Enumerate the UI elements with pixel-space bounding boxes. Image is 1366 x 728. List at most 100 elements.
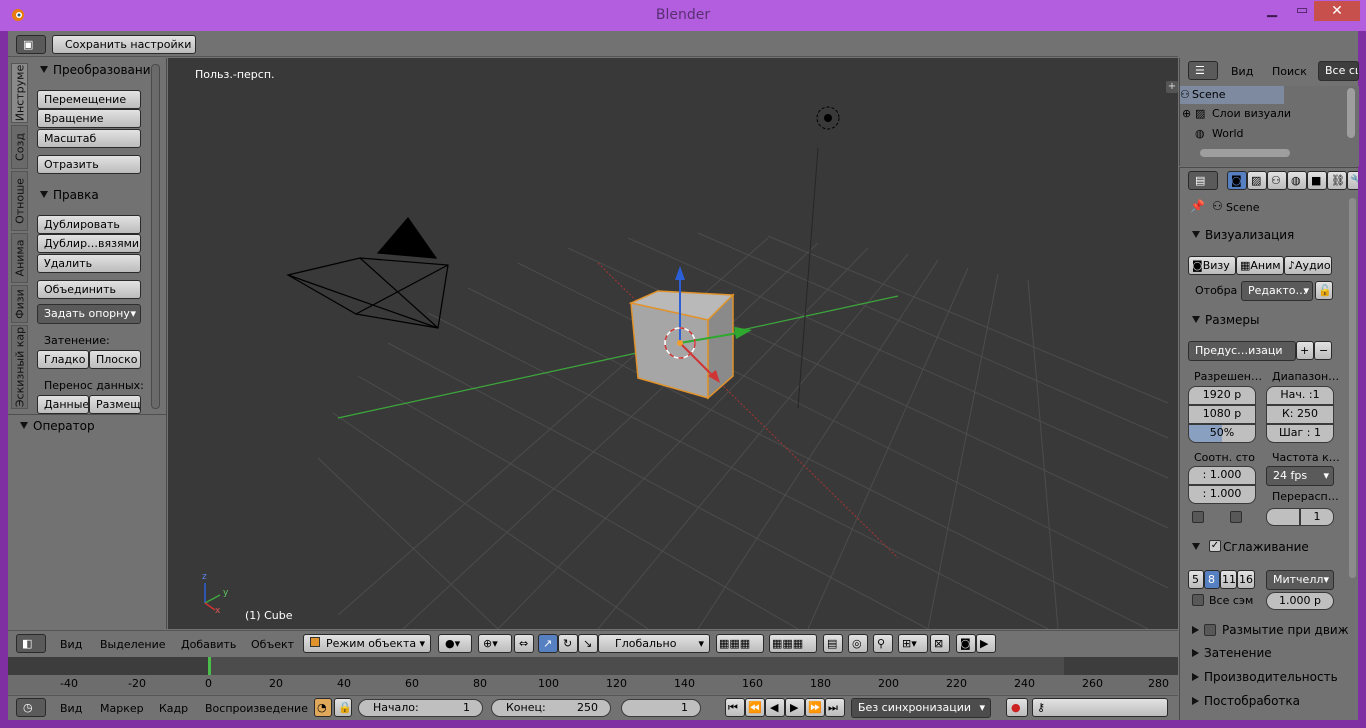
editor-type-properties-icon[interactable]: ▤ (1188, 171, 1218, 190)
outliner-row-world[interactable]: ◍ World (1180, 125, 1284, 143)
next-keyframe-icon[interactable]: ⏩ (805, 698, 825, 717)
edit-panel-header[interactable]: Правка (40, 188, 99, 202)
jump-start-icon[interactable]: ⏮ (725, 698, 745, 717)
viewport-shading-dropdown[interactable]: ●▾ (438, 634, 472, 653)
render-image-icon[interactable]: ◙ (956, 634, 976, 653)
outliner-h-scrollbar[interactable] (1200, 149, 1290, 157)
resolution-percent-slider[interactable]: 50% (1188, 424, 1256, 443)
transform-panel-header[interactable]: Преобразовани (40, 63, 151, 77)
pin-icon[interactable]: 📌 (1190, 199, 1205, 213)
preview-range-icon[interactable]: ◔ (314, 698, 332, 717)
join-button[interactable]: Объединить (37, 280, 141, 299)
outliner-row-scene[interactable]: ⚇ Scene (1180, 86, 1284, 104)
lock-interface-icon[interactable]: 🔓 (1315, 281, 1333, 300)
data-button[interactable]: Данные (37, 395, 89, 414)
object-context-icon[interactable]: ■ (1307, 171, 1327, 190)
proportional-edit-icon[interactable]: ◎ (848, 634, 868, 653)
world-context-icon[interactable]: ◍ (1287, 171, 1307, 190)
render-panel-header[interactable]: Визуализация (1192, 228, 1294, 242)
play-reverse-icon[interactable]: ◀ (765, 698, 785, 717)
shading-panel-header[interactable]: Затенение (1192, 646, 1272, 660)
outliner-filter-dropdown[interactable]: Все сц (1318, 61, 1359, 81)
save-settings-button[interactable]: Сохранить настройки (52, 35, 196, 54)
scale-manipulator-icon[interactable]: ↘ (578, 634, 598, 653)
menu-marker[interactable]: Маркер (100, 702, 144, 715)
plus-icon[interactable]: + (1166, 81, 1178, 93)
minimize-icon[interactable]: ▁ (1264, 3, 1280, 23)
properties-scrollbar[interactable] (1349, 198, 1356, 578)
camera-object[interactable] (286, 217, 449, 329)
editor-type-timeline-icon[interactable]: ◷ (16, 698, 46, 717)
render-animation-icon[interactable]: ▶ (976, 634, 996, 653)
remove-preset-icon[interactable]: − (1314, 341, 1332, 360)
current-frame-field[interactable]: 1 (621, 699, 701, 717)
menu-search[interactable]: Поиск (1272, 65, 1307, 78)
layer-lock-icon[interactable]: ▤ (823, 634, 843, 653)
aa-samples-11[interactable]: 11 (1220, 570, 1237, 589)
aa-samples-8[interactable]: 8 (1204, 570, 1220, 589)
full-sample-checkbox[interactable] (1192, 594, 1204, 606)
toolshelf-scrollbar[interactable] (151, 64, 160, 409)
current-frame-indicator[interactable] (208, 657, 211, 675)
mode-dropdown[interactable]: Режим объекта ▾ (303, 634, 431, 653)
crop-checkbox[interactable] (1230, 511, 1242, 523)
dimensions-panel-header[interactable]: Размеры (1192, 313, 1260, 327)
snap-target-icon[interactable]: ⊠ (930, 634, 950, 653)
aspect-y-field[interactable]: : 1.000 (1188, 485, 1256, 504)
layers-grid-2[interactable]: ▦▦▦ (769, 634, 817, 653)
rotate-button[interactable]: Вращение (37, 109, 141, 128)
menu-add[interactable]: Добавить (181, 638, 236, 651)
menu-view[interactable]: Вид (60, 638, 82, 651)
editor-type-icon[interactable]: ▣ (16, 35, 46, 54)
scale-button[interactable]: Масштаб (37, 129, 141, 148)
fps-dropdown[interactable]: 24 fps ▾ (1266, 466, 1334, 486)
filter-size-field[interactable]: 1.000 р (1266, 592, 1334, 610)
menu-playback[interactable]: Воспроизведение (205, 702, 308, 715)
menu-object[interactable]: Объект (251, 638, 294, 651)
add-preset-icon[interactable]: + (1296, 341, 1314, 360)
mirror-button[interactable]: Отразить (37, 155, 141, 174)
postprocessing-panel-header[interactable]: Постобработка (1192, 694, 1300, 708)
keying-set-field[interactable]: ⚷ (1032, 698, 1168, 717)
operator-panel-header[interactable]: Оператор (20, 419, 95, 433)
aa-samples-16[interactable]: 16 (1237, 570, 1255, 589)
tab-tools[interactable]: Инструме (11, 63, 28, 123)
translate-manipulator-icon[interactable]: ↗ (538, 634, 558, 653)
tab-relations[interactable]: Отноше (11, 171, 28, 231)
border-checkbox[interactable] (1192, 511, 1204, 523)
lamp-object[interactable] (816, 106, 840, 130)
prev-keyframe-icon[interactable]: ⏪ (745, 698, 765, 717)
viewport-3d[interactable]: Польз.-персп. (1) Cube z y x (168, 58, 1178, 629)
audio-button[interactable]: ♪Аудио (1284, 256, 1332, 275)
modifiers-context-icon[interactable]: 🔧 (1347, 171, 1358, 190)
menu-view[interactable]: Вид (60, 702, 82, 715)
constraints-context-icon[interactable]: ⛓ (1327, 171, 1347, 190)
timeline-area[interactable]: -40 -20 0 20 40 60 80 100 120 140 160 18… (8, 657, 1178, 694)
frame-step-field[interactable]: Шаг : 1 (1266, 424, 1334, 443)
antialiasing-checkbox[interactable]: ✓ (1209, 540, 1221, 552)
manipulator-toggle-icon[interactable]: ⇔ (514, 634, 534, 653)
frame-start-field[interactable]: Нач. :1 (1266, 386, 1334, 405)
tab-animation[interactable]: Анима (11, 233, 28, 283)
aspect-x-field[interactable]: : 1.000 (1188, 466, 1256, 485)
editor-type-outliner-icon[interactable]: ☰ (1188, 61, 1218, 80)
layers-grid-1[interactable]: ▦▦▦ (716, 634, 764, 653)
duplicate-button[interactable]: Дублировать (37, 215, 141, 234)
rotate-manipulator-icon[interactable]: ↻ (558, 634, 578, 653)
snap-element-dropdown[interactable]: ⊞▾ (898, 634, 928, 653)
outliner-v-scrollbar[interactable] (1347, 88, 1355, 138)
lock-icon[interactable]: 🔒 (334, 698, 352, 717)
menu-select[interactable]: Выделение (100, 638, 166, 651)
smooth-button[interactable]: Гладко (37, 350, 89, 369)
tab-physics[interactable]: Физи (11, 285, 28, 323)
menu-view[interactable]: Вид (1231, 65, 1253, 78)
render-context-icon[interactable]: ◙ (1227, 171, 1247, 190)
editor-type-3d-icon[interactable]: ◧ (16, 634, 46, 653)
preset-dropdown[interactable]: Предус…изаци (1188, 341, 1296, 361)
tab-create[interactable]: Созд (11, 125, 28, 169)
resolution-x-field[interactable]: 1920 р (1188, 386, 1256, 405)
translate-button[interactable]: Перемещение (37, 90, 141, 109)
antialiasing-panel-header[interactable]: ✓ Сглаживание (1192, 540, 1309, 554)
snap-icon[interactable]: ⚲ (873, 634, 893, 653)
display-dropdown[interactable]: Редакто… ▾ (1241, 281, 1313, 301)
